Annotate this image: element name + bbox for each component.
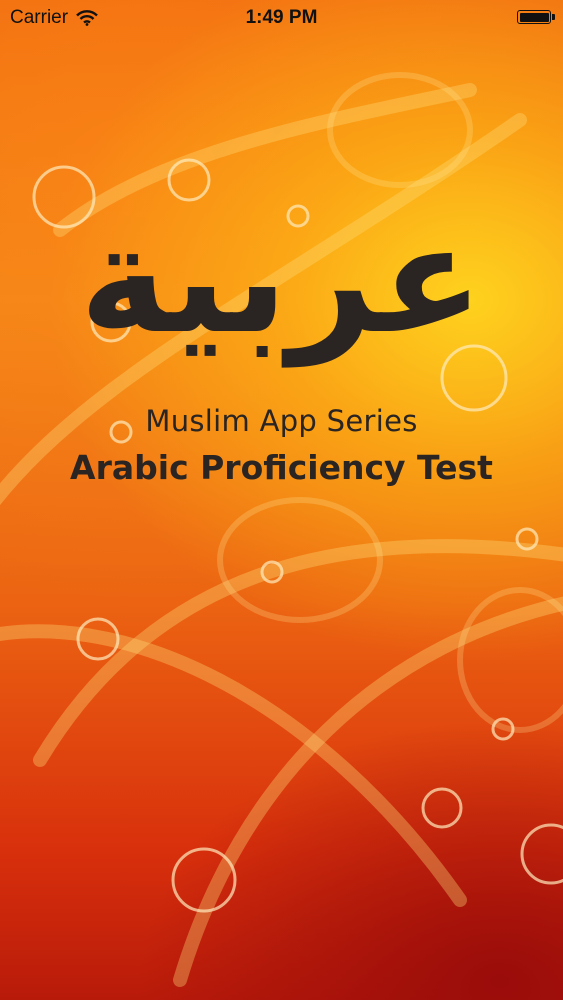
status-time: 1:49 PM	[245, 7, 318, 28]
app-title: Arabic Proficiency Test	[70, 448, 493, 487]
battery-fill	[519, 12, 549, 22]
status-bar: Carrier 1:49 PM	[0, 0, 563, 36]
arabic-logo: عربية	[79, 193, 485, 367]
splash-screen: Carrier 1:49 PM عربية Muslim App Series …	[0, 0, 563, 1000]
background-decoration	[0, 72, 563, 987]
battery-cap	[552, 14, 555, 20]
battery-icon	[517, 10, 555, 24]
series-label: Muslim App Series	[145, 404, 418, 438]
